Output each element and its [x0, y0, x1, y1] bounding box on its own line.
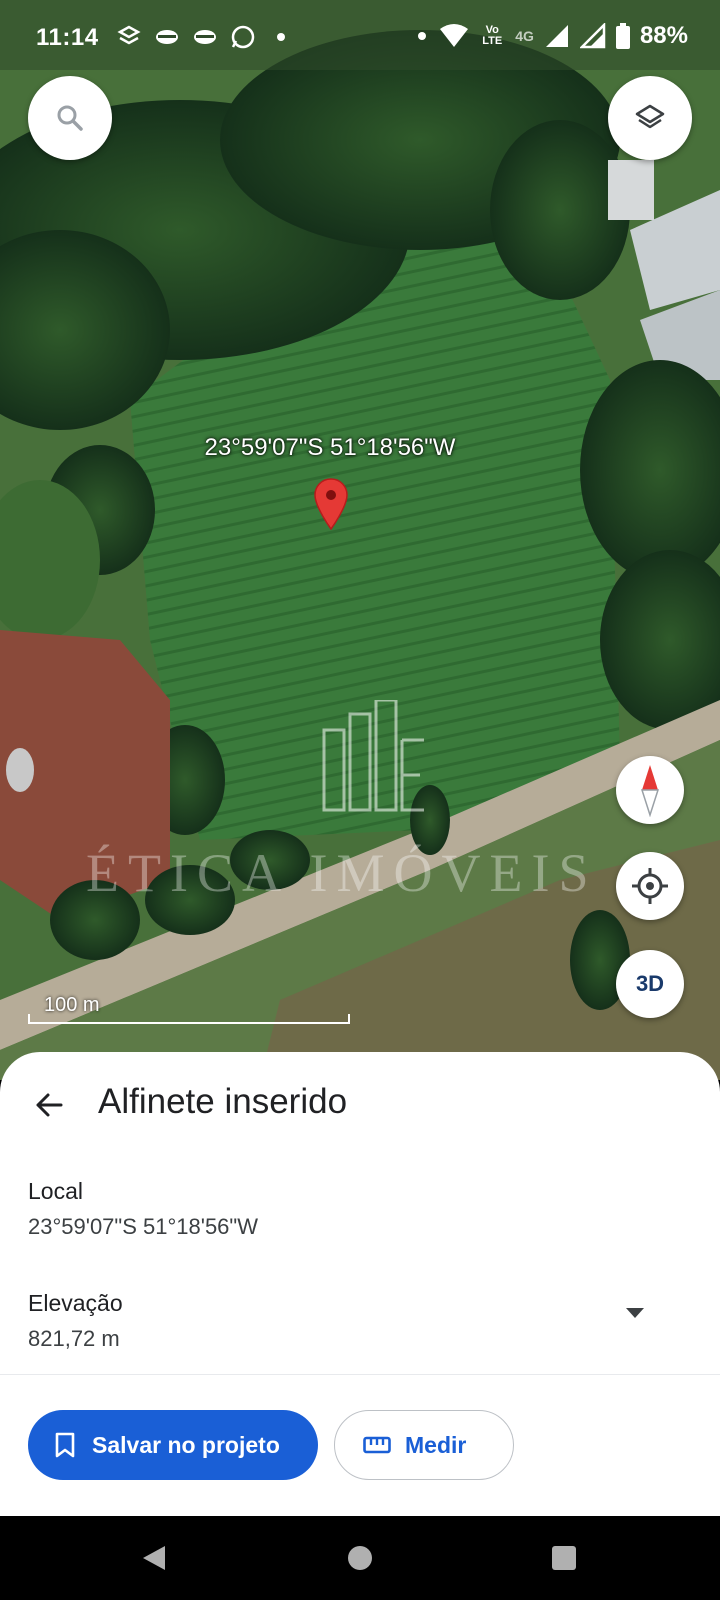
- scale-bar: [28, 1014, 350, 1024]
- my-location-icon: [632, 868, 668, 904]
- app-notification-icon: [116, 24, 142, 50]
- nav-home-button[interactable]: [344, 1542, 376, 1574]
- pin-details-sheet: Alfinete inserido Local 23°59'07"S 51°18…: [0, 1052, 720, 1516]
- search-icon: [57, 105, 83, 131]
- search-button[interactable]: [28, 76, 112, 160]
- ruler-icon: [363, 1436, 391, 1454]
- system-navigation-bar: [0, 1516, 720, 1600]
- battery-percent: 88%: [639, 22, 688, 49]
- elevation-label: Elevação: [28, 1290, 123, 1316]
- save-to-project-label: Salvar no projeto: [92, 1431, 280, 1458]
- notification-icons: [116, 24, 294, 50]
- local-value: 23°59'07"S 51°18'56"W: [28, 1214, 258, 1239]
- save-to-project-button[interactable]: Salvar no projeto: [28, 1410, 318, 1480]
- network-type: 4G: [515, 28, 534, 44]
- battery-icon: [615, 23, 630, 49]
- measure-label: Medir: [405, 1431, 467, 1458]
- nav-home-icon: [348, 1546, 372, 1570]
- volte-icon: Vo LTE: [482, 24, 503, 47]
- sheet-header: Alfinete inserido: [0, 1052, 720, 1152]
- satellite-map[interactable]: 11:14 Vo LTE 4G 88% 23°59'07"S 51°18'56"…: [0, 0, 720, 1080]
- divider: [0, 1374, 720, 1375]
- status-time: 11:14: [36, 24, 99, 51]
- 3d-toggle-button[interactable]: 3D: [616, 950, 684, 1018]
- wifi-icon: [440, 24, 469, 47]
- layers-button[interactable]: [608, 76, 692, 160]
- layers-icon: [635, 104, 665, 129]
- nav-recents-icon: [552, 1546, 576, 1570]
- back-button[interactable]: [26, 1082, 72, 1128]
- measure-button[interactable]: Medir: [334, 1410, 514, 1480]
- nav-recents-button[interactable]: [548, 1542, 580, 1574]
- compass-button[interactable]: [616, 756, 684, 824]
- satellite-imagery: [0, 0, 720, 1080]
- status-bar: 11:14 Vo LTE 4G 88%: [0, 0, 720, 78]
- whatsapp-icon: [230, 24, 256, 50]
- nav-back-button[interactable]: [138, 1542, 170, 1574]
- signal-icon-2: [579, 23, 606, 49]
- watermark-text: ÉTICA IMÓVEIS: [86, 843, 598, 903]
- elevation-value: 821,72 m: [28, 1326, 120, 1351]
- map-pin-icon[interactable]: [314, 478, 348, 530]
- dot-icon: [418, 32, 427, 40]
- system-status: Vo LTE 4G 88%: [415, 22, 688, 50]
- more-notifications-dot: [268, 24, 294, 50]
- elevation-expand-button[interactable]: [620, 1298, 650, 1328]
- app-notification-icon: [192, 24, 218, 50]
- watermark-logo: [322, 700, 424, 812]
- local-label: Local: [28, 1178, 83, 1204]
- pin-coordinates-label: 23°59'07"S 51°18'56"W: [204, 434, 456, 461]
- nav-back-icon: [143, 1546, 165, 1570]
- my-location-button[interactable]: [616, 852, 684, 920]
- arrow-back-icon: [36, 1093, 63, 1117]
- bookmark-icon: [55, 1432, 75, 1458]
- map-scale: 100 m: [28, 994, 350, 1026]
- compass-icon: [640, 765, 660, 817]
- caret-down-icon: [626, 1308, 644, 1318]
- sheet-title: Alfinete inserido: [98, 1082, 348, 1121]
- signal-icon: [545, 25, 568, 47]
- app-notification-icon: [154, 24, 180, 50]
